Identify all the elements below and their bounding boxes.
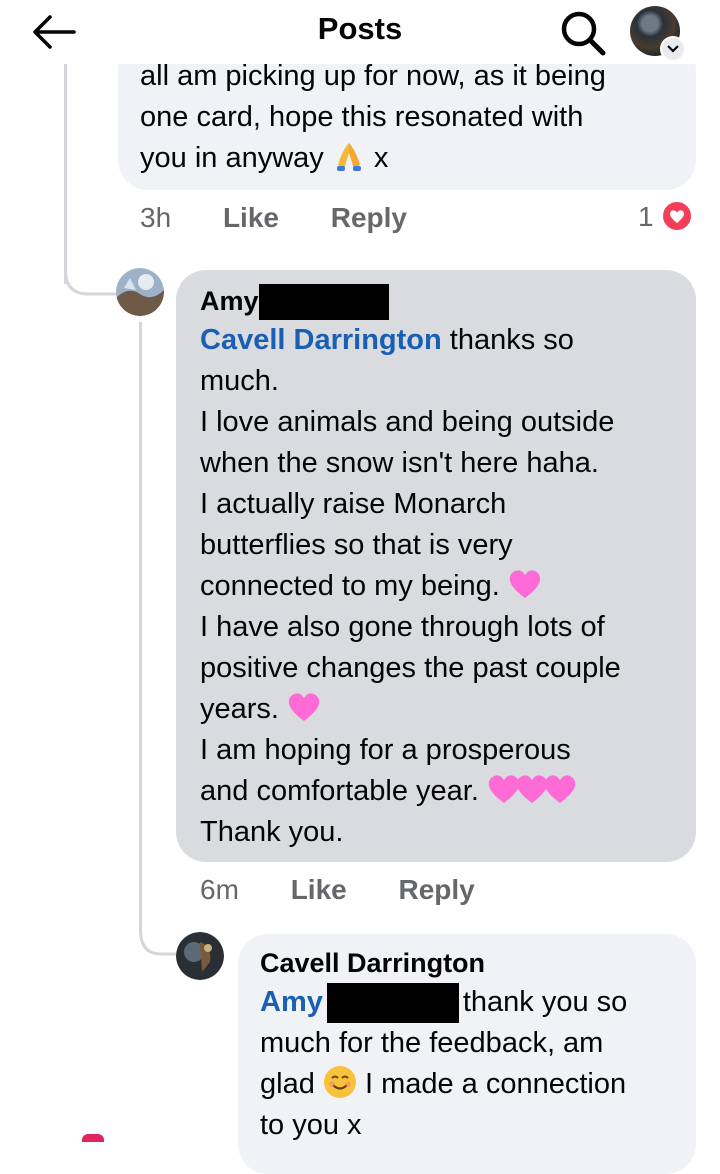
chevron-down-icon[interactable] [660,36,686,62]
redaction-bar [258,284,389,321]
timestamp: 3h [140,202,172,233]
comment-text-line: much for the feedback, am [260,1027,604,1060]
smiling-face-icon [323,1066,356,1099]
folded-hands-icon [336,143,361,171]
comment-text-line: and comfortable year. [200,771,680,812]
comment-text-line: I am hoping for a prosperous [200,734,571,767]
comment-text-line: one card, hope this resonated with [140,101,584,133]
comment-text-line: years. [200,689,680,730]
thread-line [64,64,67,284]
love-reaction-icon [661,200,694,232]
like-button[interactable]: Like [223,202,279,233]
comment-text-line: connected to my being. [200,566,680,607]
redaction-bar [326,983,459,1024]
comment-text-line: glad I made a connection [260,1064,690,1105]
top-bar: Posts [0,0,720,64]
reply-button[interactable]: Reply [331,202,407,233]
comment-text-line: I actually raise Monarch [200,488,507,521]
reply-button[interactable]: Reply [399,874,475,905]
comment-text-line: positive changes the past couple [200,652,621,685]
comment-text-line: Cavell Darrington thanks so [200,324,574,357]
comment-author[interactable]: Amy [200,282,680,321]
comment-actions: 3h Like Reply [140,202,451,234]
comment-actions: 6m Like Reply [200,874,519,906]
comment-author[interactable]: Cavell Darrington [260,944,690,982]
comment-text-line: I love animals and being outside [200,406,615,439]
comment-bubble[interactable]: Cavell Darrington Amy thank you so much f… [238,934,696,1174]
page-title: Posts [317,11,403,46]
comment-text-line: butterflies so that is very [200,529,513,562]
mention-link[interactable]: Amy [260,986,323,1018]
comment-text-line: to you x [260,1109,362,1142]
avatar[interactable] [116,268,164,316]
comment-text-line: you in anyway x [140,138,690,179]
pink-heart-icon [544,775,576,804]
reaction-summary[interactable]: 1 [638,200,694,233]
like-button[interactable]: Like [291,874,347,905]
comment-bubble[interactable]: Amy Cavell Darrington thanks so much. I … [176,270,696,862]
reaction-count: 1 [638,201,654,232]
search-icon[interactable] [558,8,608,56]
pink-heart-icon [509,570,541,599]
pink-heart-icon [288,693,320,722]
comment-text-line: much. [200,365,279,398]
thread-elbow [139,930,179,956]
mention-link[interactable]: Cavell Darrington [200,324,442,356]
timestamp: 6m [200,874,239,905]
avatar[interactable] [176,932,224,980]
comment-text-line: Thank you. [200,816,344,849]
comment-text-line: I have also gone through lots of [200,611,605,644]
red-dot [82,1134,104,1142]
thread-line [139,322,142,932]
thread-elbow [64,270,120,296]
comment-text-line: Amy thank you so [260,982,690,1024]
comment-text-line: when the snow isn't here haha. [200,447,599,480]
